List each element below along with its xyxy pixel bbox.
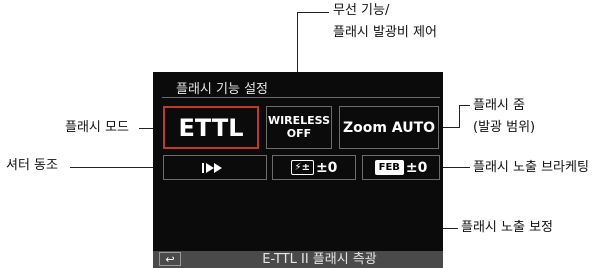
feb-icon: FEB [374,160,404,175]
callout-zoom-line2: (발광 범위) [473,119,536,135]
callout-wireless-line1: 무선 기능/ [333,3,390,18]
zoom-button[interactable]: Zoom AUTO [339,106,439,149]
callout-wireless-line2: 플래시 발광비 제어 [333,24,437,40]
wireless-label-line2: OFF [286,126,312,140]
return-icon: ↩ [165,252,175,266]
flash-exposure-bracketing-button[interactable]: FEB ±0 [362,155,440,180]
callout-feb: 플래시 노출 브라케팅 [473,160,589,175]
screen-title: 플래시 기능 설정 [176,82,268,97]
leader-feb [440,167,470,168]
screen-footer-text: E-TTL II 플래시 측광 [262,252,377,267]
flash-mode-label: ETTL [178,113,244,142]
wireless-label-line1: WIRELESS [267,113,331,127]
feb-value: ±0 [405,159,428,176]
callout-zoom-line1: 플래시 줌 [473,98,525,113]
leader-zoom-v [459,105,460,127]
flash-exposure-compensation-icon: ⚡± [290,160,314,175]
shutter-sync-button[interactable] [163,155,267,180]
leader-shutter-sync [70,167,163,168]
callout-zoom: 플래시 줌 (발광 범위) [473,97,535,136]
callout-fec: 플래시 노출 보정 [461,220,553,235]
zoom-label: Zoom AUTO [342,119,436,136]
callout-flash-mode: 플래시 모드 [65,120,129,135]
leader-zoom-h-top [459,105,470,106]
leader-wireless-h [297,12,329,13]
back-button[interactable]: ↩ [159,252,181,266]
wireless-button[interactable]: WIRELESS OFF [266,106,332,149]
callout-shutter-sync: 셔터 동조 [6,158,58,173]
fec-value: ±0 [315,159,338,176]
callout-wireless: 무선 기능/ 플래시 발광비 제어 [333,2,437,41]
flash-mode-button[interactable]: ETTL [163,106,259,149]
title-divider [162,97,440,98]
second-curtain-fast-forward-icon [202,162,222,173]
flash-exposure-compensation-button[interactable]: ⚡± ±0 [272,155,356,180]
